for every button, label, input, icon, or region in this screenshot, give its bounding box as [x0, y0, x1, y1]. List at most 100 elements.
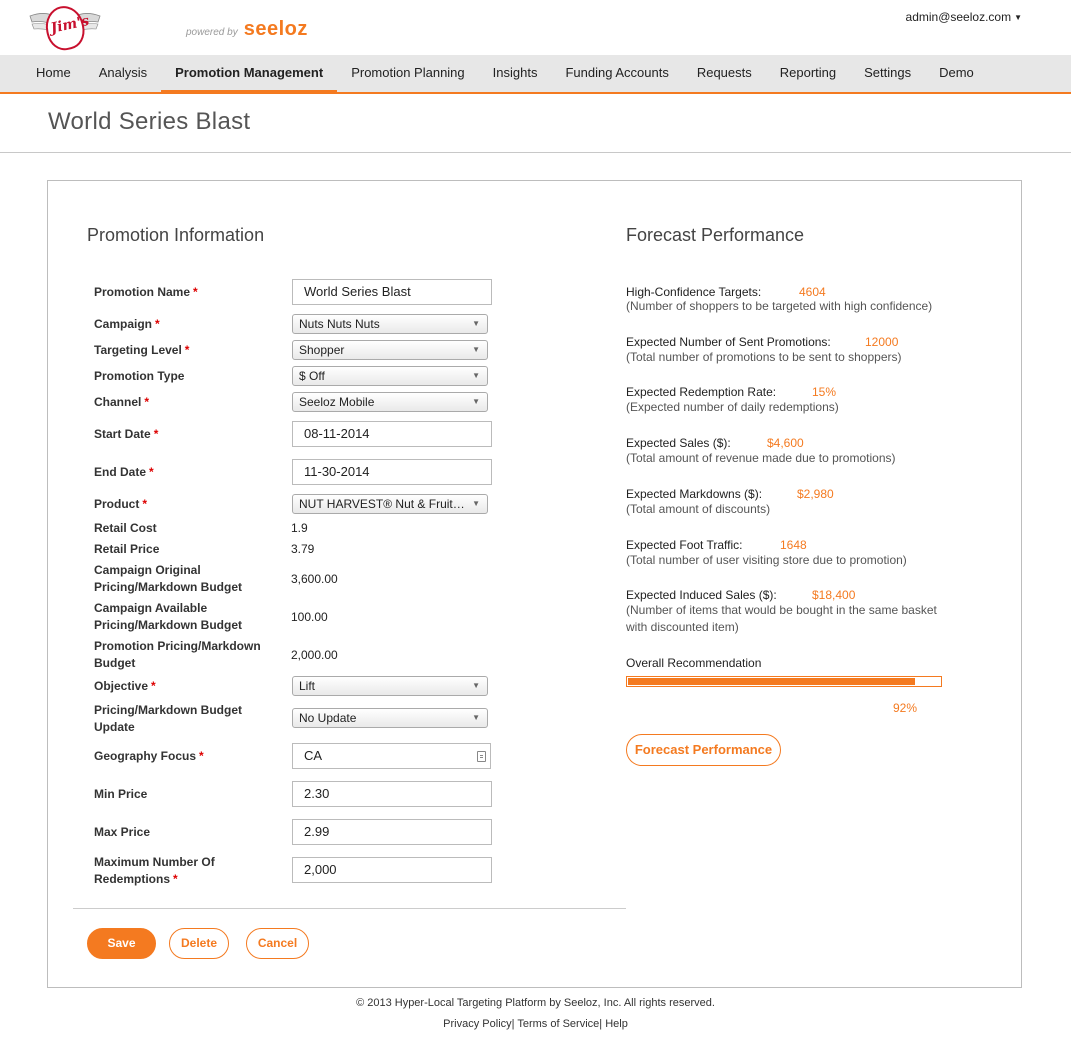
user-menu[interactable]: admin@seeloz.com ▼ [906, 10, 1022, 24]
metric-desc: (Total amount of revenue made due to pro… [626, 451, 896, 465]
required-mark: * [142, 497, 148, 511]
label-text: Targeting Level [94, 343, 182, 357]
privacy-policy-link[interactable]: Privacy Policy [443, 1018, 511, 1030]
campaign-original-budget-value: 3,600.00 [291, 572, 338, 586]
required-mark: * [199, 749, 204, 763]
geography-focus-input[interactable]: CA [292, 743, 491, 769]
save-button[interactable]: Save [87, 928, 156, 959]
metric-label: Expected Foot Traffic: [626, 538, 743, 552]
nav-reporting[interactable]: Reporting [766, 55, 850, 92]
terms-of-service-link[interactable]: Terms of Service [517, 1018, 599, 1030]
label-text: Product [94, 497, 140, 511]
forecast-title: Forecast Performance [626, 225, 805, 245]
promotion-name-label: Promotion Name * [94, 284, 269, 301]
nav-funding-accounts[interactable]: Funding Accounts [551, 55, 682, 92]
powered-by-label: powered by [186, 27, 238, 38]
objective-label: Objective * [94, 678, 269, 695]
start-date-label: Start Date * [94, 426, 269, 443]
page-title: World Series Blast [48, 108, 251, 135]
channel-select[interactable]: Seeloz Mobile ▼ [292, 392, 488, 412]
metric-desc: (Total amount of discounts) [626, 502, 771, 516]
chevron-down-icon: ▼ [472, 397, 480, 406]
label-text: Objective [94, 679, 149, 693]
product-label: Product * [94, 496, 269, 513]
list-icon[interactable] [477, 751, 486, 762]
nav-settings[interactable]: Settings [850, 55, 925, 92]
objective-select[interactable]: Lift ▼ [292, 676, 488, 696]
campaign-select[interactable]: Nuts Nuts Nuts ▼ [292, 314, 488, 334]
campaign-original-budget-label: Campaign Original Pricing/Markdown Budge… [94, 563, 243, 594]
jims-logo[interactable]: Jim's [28, 2, 102, 54]
select-value: NUT HARVEST® Nut & Fruit… [299, 497, 465, 511]
metric-desc: (Total number of promotions to be sent t… [626, 350, 902, 364]
metric-label: Expected Sales ($): [626, 436, 731, 450]
select-value: Lift [299, 679, 316, 693]
metric-value: $4,600 [767, 436, 804, 450]
metric-label: High-Confidence Targets: [626, 285, 762, 299]
metric-value: 15% [812, 385, 837, 399]
min-price-input[interactable]: 2.30 [292, 781, 492, 807]
nav-insights[interactable]: Insights [479, 55, 552, 92]
nav-requests[interactable]: Requests [683, 55, 766, 92]
nav-analysis[interactable]: Analysis [85, 55, 161, 92]
max-redemptions-input[interactable]: 2,000 [292, 857, 492, 883]
metric-desc: (Total number of user visiting store due… [626, 553, 907, 567]
max-redemptions-label: Maximum Number Of Redemptions * [94, 854, 234, 888]
campaign-available-budget-value: 100.00 [291, 610, 328, 624]
promotion-type-select[interactable]: $ Off ▼ [292, 366, 488, 386]
help-link[interactable]: Help [605, 1018, 628, 1030]
select-value: No Update [299, 711, 357, 725]
label-text: Channel [94, 395, 142, 409]
cancel-button[interactable]: Cancel [246, 928, 309, 959]
recommendation-label: Overall Recommendation [626, 656, 762, 670]
delete-button[interactable]: Delete [169, 928, 229, 959]
footer-copyright: © 2013 Hyper-Local Targeting Platform by… [356, 997, 715, 1009]
start-date-input[interactable]: 08-11-2014 [292, 421, 492, 447]
required-mark: * [153, 427, 159, 441]
required-mark: * [144, 395, 150, 409]
retail-price-value: 3.79 [291, 542, 315, 556]
retail-price-label: Retail Price [94, 542, 160, 556]
main-nav: Home Analysis Promotion Management Promo… [0, 55, 1071, 94]
promotion-name-input[interactable]: World Series Blast [292, 279, 492, 305]
retail-cost-value: 1.9 [291, 521, 308, 535]
promotion-info-title: Promotion Information [87, 225, 265, 245]
recommendation-percent: 92% [893, 701, 918, 715]
input-value: CA [304, 748, 323, 763]
form-divider [73, 908, 626, 909]
targeting-level-select[interactable]: Shopper ▼ [292, 340, 488, 360]
seeloz-brand: seeloz [243, 18, 308, 40]
label-text: End Date [94, 465, 147, 479]
nav-promotion-management[interactable]: Promotion Management [161, 55, 338, 94]
label-text: Maximum Number Of Redemptions [94, 855, 215, 886]
promotion-budget-value: 2,000.00 [291, 648, 338, 662]
nav-home[interactable]: Home [22, 55, 85, 92]
product-select[interactable]: NUT HARVEST® Nut & Fruit… ▼ [292, 494, 488, 514]
required-mark: * [149, 465, 154, 479]
budget-update-select[interactable]: No Update ▼ [292, 708, 488, 728]
title-divider [0, 152, 1071, 153]
recommendation-progress [626, 676, 942, 687]
campaign-available-budget-label: Campaign Available Pricing/Markdown Budg… [94, 601, 243, 632]
promotion-budget-label: Promotion Pricing/Markdown Budget [94, 639, 261, 670]
nav-demo[interactable]: Demo [925, 55, 988, 92]
promotion-type-label: Promotion Type [94, 369, 185, 383]
metric-label: Expected Induced Sales ($): [626, 588, 777, 602]
metric-desc: (Expected number of daily redemptions) [626, 400, 839, 414]
forecast-performance-button[interactable]: Forecast Performance [626, 734, 781, 766]
metric-desc: (Number of shoppers to be targeted with … [626, 299, 933, 313]
select-value: Shopper [299, 343, 345, 357]
campaign-label: Campaign * [94, 316, 269, 333]
max-price-input[interactable]: 2.99 [292, 819, 492, 845]
caret-down-icon: ▼ [1014, 13, 1022, 23]
chevron-down-icon: ▼ [472, 713, 480, 722]
budget-update-label: Pricing/Markdown Budget Update [94, 703, 243, 734]
required-mark: * [155, 317, 160, 331]
end-date-input[interactable]: 11-30-2014 [292, 459, 492, 485]
nav-promotion-planning[interactable]: Promotion Planning [337, 55, 478, 92]
chevron-down-icon: ▼ [472, 499, 480, 508]
metric-label: Expected Markdowns ($): [626, 487, 763, 501]
metric-value: 1648 [780, 538, 807, 552]
targeting-level-label: Targeting Level * [94, 342, 269, 359]
metric-value: 12000 [865, 335, 899, 349]
